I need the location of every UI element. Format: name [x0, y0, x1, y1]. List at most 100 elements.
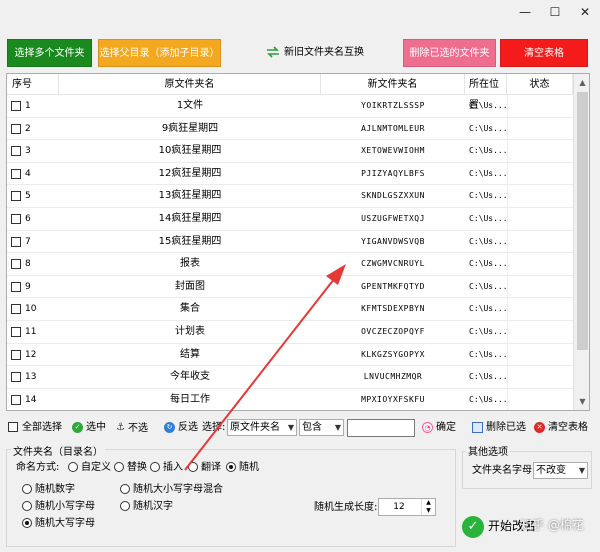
random-chinese-radio[interactable]: 随机汉字 [120, 500, 173, 514]
table-row[interactable]: 7 15疯狂星期四 YIGANVDWSVQB C:\Us... [7, 230, 573, 254]
row-index-cell[interactable]: 2 [7, 118, 59, 140]
uncheck-button[interactable]: ⚓ 不选 [116, 418, 148, 438]
select-multiple-folders-button[interactable]: 选择多个文件夹 [7, 39, 92, 67]
header-original-name[interactable]: 原文件夹名 [59, 74, 321, 95]
header-status[interactable]: 状态 [507, 74, 573, 95]
radio-icon [120, 484, 130, 494]
length-stepper[interactable]: 12 ▲ ▼ [378, 498, 436, 516]
row-checkbox[interactable] [11, 123, 21, 134]
row-index-cell[interactable]: 12 [7, 344, 59, 366]
row-index-cell[interactable]: 5 [7, 185, 59, 207]
clear-table-small-button[interactable]: ✕ 清空表格 [534, 418, 588, 438]
row-checkbox[interactable] [11, 327, 21, 337]
table-row[interactable]: 13 今年收支 LNVUCMHZMQR C:\Us... [7, 366, 573, 389]
row-checkbox[interactable] [11, 304, 21, 315]
clear-table-button[interactable]: 清空表格 [500, 39, 588, 67]
radio-icon [150, 462, 160, 472]
selection-toolbar: 全部选择 ✓ 选中 ⚓ 不选 ↻ 反选 选择: 原文件夹名 ▼ 包含 ▼ ◔ 确定 删除已选… [8, 418, 592, 438]
row-index-cell[interactable]: 6 [7, 208, 59, 230]
row-checkbox[interactable] [11, 259, 21, 270]
table-row[interactable]: 11 计划表 OVCZECZOPQYF C:\Us... [7, 321, 573, 344]
mode-insert-radio[interactable]: 插入 [150, 461, 183, 475]
table-row[interactable]: 2 9疯狂星期四 AJLNMTOMLEUR C:\Us... [7, 117, 573, 141]
random-lowercase-radio[interactable]: 随机小写字母 [22, 500, 95, 514]
mode-replace-radio[interactable]: 替换 [114, 461, 147, 475]
row-checkbox[interactable] [11, 281, 21, 292]
mode-custom-radio[interactable]: 自定义 [68, 461, 111, 475]
random-mixed-case-radio[interactable]: 随机大小写字母混合 [120, 483, 223, 497]
match-dropdown[interactable]: 包含 ▼ [299, 419, 344, 436]
header-location[interactable]: 所在位置 [465, 74, 507, 111]
location-cell: C:\Us... [469, 394, 507, 404]
header-index[interactable]: 序号 [7, 74, 59, 95]
table-row[interactable]: 12 结算 KLKGZSYGOPYX C:\Us... [7, 343, 573, 367]
scroll-thumb[interactable] [577, 92, 588, 350]
row-index-cell[interactable]: 3 [7, 140, 59, 162]
row-checkbox[interactable] [11, 191, 21, 202]
table-row[interactable]: 6 14疯狂星期四 USZUGFWETXQJ C:\Us... [7, 208, 573, 231]
mode-translate-radio[interactable]: 翻译 [188, 461, 221, 475]
row-checkbox[interactable] [11, 372, 21, 383]
table-header: 序号 原文件夹名 新文件夹名 所在位置 状态 [7, 74, 573, 111]
swap-names-button[interactable]: 新旧文件夹名互换 [260, 39, 370, 67]
row-index-cell[interactable]: 7 [7, 231, 59, 253]
table-row[interactable]: 3 10疯狂星期四 XETOWEVWIOHM C:\Us... [7, 140, 573, 163]
table-row[interactable]: 1 1文件 YOIKRTZLSSSP C:\Us... [7, 95, 573, 118]
row-index-cell[interactable]: 9 [7, 276, 59, 298]
row-index-cell[interactable]: 4 [7, 163, 59, 185]
row-index-cell[interactable]: 1 [7, 95, 59, 117]
table-row[interactable]: 9 封面图 GPENTMKFQTYD C:\Us... [7, 275, 573, 299]
row-checkbox[interactable] [11, 146, 21, 157]
original-name-cell: 集合 [180, 303, 200, 315]
location-cell: C:\Us... [469, 168, 507, 178]
original-name-cell: 14疯狂星期四 [158, 213, 222, 224]
search-input[interactable] [347, 419, 415, 437]
status-cell [507, 253, 573, 276]
row-checkbox[interactable] [11, 394, 21, 405]
table-row[interactable]: 8 报表 CZWGMVCNRUYL C:\Us... [7, 253, 573, 276]
mode-random-radio[interactable]: 随机 [226, 461, 259, 475]
delete-selected-button[interactable]: 删除已选 [472, 418, 526, 438]
row-checkbox[interactable] [11, 214, 21, 224]
row-checkbox[interactable] [11, 236, 21, 247]
random-uppercase-radio[interactable]: 随机大写字母 [22, 517, 95, 531]
row-index-cell[interactable]: 10 [7, 298, 59, 320]
status-cell [507, 343, 573, 366]
location-cell: C:\Us... [469, 349, 507, 359]
new-name-cell: YIGANVDWSVQB [361, 236, 425, 246]
delete-selected-folders-button[interactable]: 删除已选的文件夹 [403, 39, 496, 67]
table-scrollbar[interactable]: ▲ ▼ [573, 74, 589, 410]
maximize-button[interactable]: ☐ [540, 0, 570, 24]
start-rename-button[interactable]: ✓ 开始改名 [462, 512, 588, 540]
new-name-cell: USZUGFWETXQJ [361, 214, 425, 223]
case-dropdown[interactable]: 不改变 ▼ [533, 462, 588, 479]
select-parent-directory-button[interactable]: 选择父目录（添加子目录） [98, 39, 221, 67]
row-index-cell[interactable]: 13 [7, 366, 59, 388]
select-all-checkbox[interactable]: 全部选择 [8, 418, 62, 438]
length-label: 随机生成长度: [314, 502, 378, 513]
table-row[interactable]: 10 集合 KFMTSDEXPBYN C:\Us... [7, 298, 573, 321]
row-index-cell[interactable]: 11 [7, 321, 59, 343]
table-row[interactable]: 4 12疯狂星期四 PJIZYAQYLBFS C:\Us... [7, 162, 573, 186]
row-index-cell[interactable]: 8 [7, 253, 59, 275]
field-dropdown[interactable]: 原文件夹名 ▼ [227, 419, 297, 436]
stepper-arrows-icon[interactable]: ▲ ▼ [421, 499, 435, 515]
scroll-up-icon[interactable]: ▲ [574, 74, 589, 91]
confirm-button[interactable]: ◔ 确定 [422, 418, 456, 438]
select-all-label: 全部选择 [22, 422, 62, 433]
invert-button[interactable]: ↻ 反选 [164, 418, 198, 438]
scroll-down-icon[interactable]: ▼ [574, 393, 589, 410]
row-checkbox[interactable] [11, 101, 21, 111]
row-checkbox[interactable] [11, 349, 21, 360]
random-digits-radio[interactable]: 随机数字 [22, 483, 75, 497]
minimize-button[interactable]: — [510, 0, 540, 24]
status-cell [507, 117, 573, 140]
check-button[interactable]: ✓ 选中 [72, 418, 106, 438]
status-cell [507, 162, 573, 185]
row-checkbox[interactable] [11, 168, 21, 179]
table-row[interactable]: 5 13疯狂星期四 SKNDLGSZXXUN C:\Us... [7, 185, 573, 208]
table-row[interactable]: 14 每日工作 MPXIOYXFSKFU C:\Us... [7, 388, 573, 410]
row-index-cell[interactable]: 14 [7, 389, 59, 410]
header-new-name[interactable]: 新文件夹名 [321, 74, 465, 95]
close-button[interactable]: ✕ [570, 0, 600, 24]
